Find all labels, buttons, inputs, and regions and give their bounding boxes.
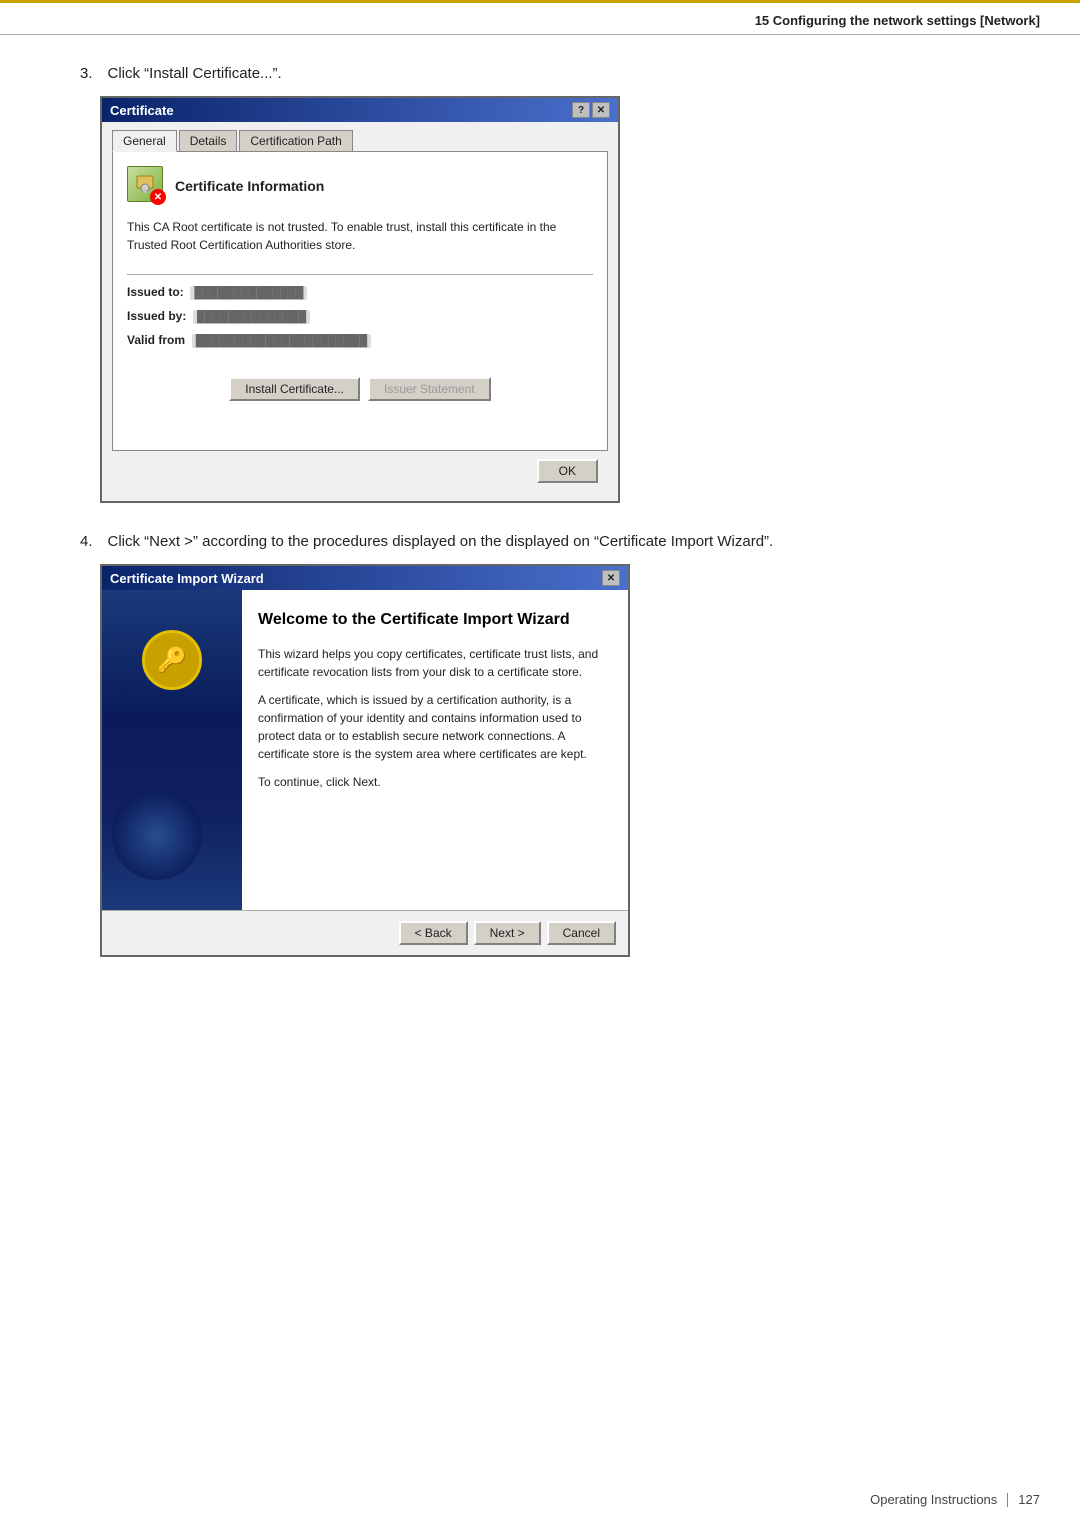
- titlebar-buttons: ? ✕: [572, 102, 610, 118]
- tab-details[interactable]: Details: [179, 130, 238, 151]
- ok-button[interactable]: OK: [537, 459, 598, 483]
- issued-to-label: Issued to:: [127, 285, 184, 299]
- wizard-key-icon: 🔑: [142, 630, 202, 690]
- cert-icon: ✕: [127, 166, 167, 206]
- install-certificate-button[interactable]: Install Certificate...: [229, 377, 360, 401]
- wizard-sidebar-decoration: [112, 790, 202, 880]
- issued-to-field: Issued to: ██████████████: [127, 285, 593, 299]
- issuer-statement-button[interactable]: Issuer Statement: [368, 377, 491, 401]
- cert-error-badge: ✕: [150, 189, 166, 205]
- back-button[interactable]: < Back: [399, 921, 468, 945]
- tab-certification-path[interactable]: Certification Path: [239, 130, 352, 151]
- step3-instruction: 3. Click “Install Certificate...”.: [80, 65, 1000, 82]
- cert-warning-text: This CA Root certificate is not trusted.…: [127, 218, 593, 254]
- issued-by-value: ██████████████: [193, 310, 310, 324]
- step4-instruction: 4. Click “Next >” according to the proce…: [80, 533, 1000, 550]
- wizard-title: Certificate Import Wizard: [110, 571, 264, 586]
- issued-by-field: Issued by: ██████████████: [127, 309, 593, 323]
- wizard-dialog: Certificate Import Wizard ✕ 🔑 Welcome to…: [100, 564, 630, 957]
- issued-by-label: Issued by:: [127, 309, 186, 323]
- wizard-desc3: To continue, click Next.: [258, 773, 612, 791]
- help-button[interactable]: ?: [572, 102, 590, 118]
- dialog-footer: OK: [112, 451, 608, 491]
- cert-action-buttons: Install Certificate... Issuer Statement: [127, 367, 593, 401]
- certificate-dialog: Certificate ? ✕ General Details Certif: [100, 96, 620, 503]
- issued-to-value: ██████████████: [190, 286, 307, 300]
- tab-content-general: ✕ Certificate Information This CA Root c…: [112, 151, 608, 451]
- step-4: 4. Click “Next >” according to the proce…: [80, 533, 1000, 957]
- dialog-titlebar: Certificate ? ✕: [102, 98, 618, 122]
- cancel-button[interactable]: Cancel: [547, 921, 616, 945]
- cert-info-title: Certificate Information: [175, 178, 324, 194]
- chapter-title: 15 Configuring the network settings [Net…: [755, 13, 1040, 28]
- dialog-title: Certificate: [110, 103, 174, 118]
- page-number: 127: [1018, 1492, 1040, 1507]
- close-button[interactable]: ✕: [592, 102, 610, 118]
- page-header: 15 Configuring the network settings [Net…: [0, 0, 1080, 35]
- dialog-body: General Details Certification Path: [102, 122, 618, 501]
- footer-text: Operating Instructions: [870, 1492, 997, 1507]
- wizard-body: 🔑 Welcome to the Certificate Import Wiza…: [102, 590, 628, 910]
- tab-bar: General Details Certification Path: [112, 130, 608, 151]
- wizard-close-button[interactable]: ✕: [602, 570, 620, 586]
- wizard-desc1: This wizard helps you copy certificates,…: [258, 645, 612, 681]
- step-3: 3. Click “Install Certificate...”. Certi…: [80, 65, 1000, 503]
- cert-icon-row: ✕ Certificate Information: [127, 166, 593, 206]
- valid-from-value: ██████████████████████: [192, 334, 371, 348]
- valid-from-field: Valid from ██████████████████████: [127, 333, 593, 347]
- footer-divider: [1007, 1493, 1008, 1507]
- wizard-desc2: A certificate, which is issued by a cert…: [258, 691, 612, 763]
- wizard-content: Welcome to the Certificate Import Wizard…: [242, 590, 628, 910]
- page-footer: Operating Instructions 127: [870, 1492, 1040, 1507]
- cert-divider: [127, 274, 593, 275]
- cert-icon-inner: ✕: [127, 166, 163, 202]
- next-button[interactable]: Next >: [474, 921, 541, 945]
- wizard-footer: < Back Next > Cancel: [102, 910, 628, 955]
- tab-general[interactable]: General: [112, 130, 177, 152]
- wizard-welcome-title: Welcome to the Certificate Import Wizard: [258, 610, 612, 631]
- valid-from-label: Valid from: [127, 333, 185, 347]
- wizard-sidebar: 🔑: [102, 590, 242, 910]
- wizard-titlebar: Certificate Import Wizard ✕: [102, 566, 628, 590]
